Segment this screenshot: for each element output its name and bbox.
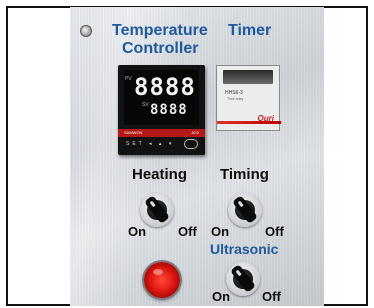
temperature-controller-title-line2: Controller [122, 40, 199, 57]
ultrasonic-switch[interactable] [226, 262, 260, 296]
timing-off-label: Off [265, 224, 284, 239]
ultrasonic-off-label: Off [262, 289, 281, 304]
control-panel: Temperature Controller Timer PV 8888 SV … [70, 7, 324, 306]
controller-model: AX2 [191, 130, 199, 135]
controller-brand-strip: SAMWON AX2 [118, 129, 205, 137]
controller-display: PV 8888 SV 8888 [124, 70, 199, 125]
timer-model: HHS6-3 [225, 90, 243, 96]
heating-on-label: On [128, 224, 147, 239]
timer-title: Timer [228, 22, 272, 39]
ultrasonic-on-label: On [212, 289, 231, 304]
screw-icon [80, 25, 92, 37]
sv-readout: 8888 [150, 102, 188, 118]
indicator-lamp [144, 262, 180, 298]
pv-readout: 8888 [134, 73, 196, 101]
timer-red-line [217, 121, 281, 124]
temperature-controller-device: PV 8888 SV 8888 SAMWON AX2 SET ◂ ▴ ▾ [118, 65, 205, 155]
timer-device: HHS6-3 Time relay Ouri [216, 65, 281, 131]
heating-off-label: Off [178, 224, 197, 239]
controller-mode-button[interactable] [184, 139, 198, 149]
controller-brand: SAMWON [124, 130, 143, 135]
temperature-controller-title-line1: Temperature [112, 22, 208, 39]
timer-subtitle: Time relay [227, 97, 244, 101]
controller-buttons[interactable]: SET ◂ ▴ ▾ [126, 141, 174, 147]
timing-label: Timing [220, 166, 269, 183]
ultrasonic-label: Ultrasonic [210, 241, 279, 257]
heating-label: Heating [132, 166, 188, 183]
timer-window [223, 70, 273, 84]
sv-tag: SV [142, 102, 149, 108]
heating-switch[interactable] [140, 193, 174, 227]
pv-tag: PV [125, 76, 132, 82]
timing-switch[interactable] [228, 193, 262, 227]
timing-on-label: On [211, 224, 230, 239]
